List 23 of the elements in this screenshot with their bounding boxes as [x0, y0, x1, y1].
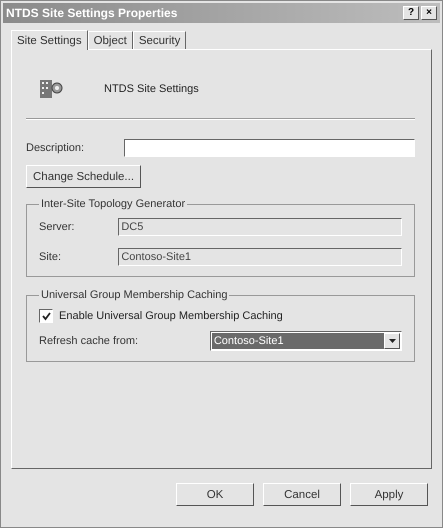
read-only-field[interactable]: Contoso-Site1 — [118, 248, 402, 266]
read-only-field[interactable]: DC5 — [118, 218, 402, 236]
description-label: Description: — [26, 142, 86, 154]
tab[interactable]: Site Settings — [11, 30, 88, 50]
header-title: NTDS Site Settings — [104, 83, 199, 95]
dialog-button[interactable]: Apply — [350, 483, 428, 506]
close-button[interactable]: × — [421, 6, 437, 20]
checkbox[interactable] — [39, 309, 53, 323]
group-title: Inter-Site Topology Generator — [40, 198, 186, 210]
dialog-button[interactable]: Cancel — [263, 483, 341, 506]
group-title: Universal Group Membership Caching — [40, 289, 228, 301]
window-title: NTDS Site Settings Properties — [6, 6, 178, 20]
dialog-button[interactable]: OK — [176, 483, 254, 506]
checkbox-label: Enable Universal Group Membership Caching — [59, 310, 283, 322]
tab[interactable]: Security — [132, 31, 186, 49]
change-schedule-button[interactable]: Change Schedule... — [26, 165, 142, 188]
field-label: Site: — [39, 251, 62, 263]
help-button[interactable]: ? — [403, 6, 419, 20]
refresh-label: Refresh cache from: — [39, 335, 140, 347]
refresh-dropdown[interactable]: Contoso-Site1 — [210, 331, 402, 351]
field-label: Server: — [39, 221, 76, 233]
tab[interactable]: Object — [88, 31, 133, 49]
description-field[interactable] — [124, 139, 415, 157]
